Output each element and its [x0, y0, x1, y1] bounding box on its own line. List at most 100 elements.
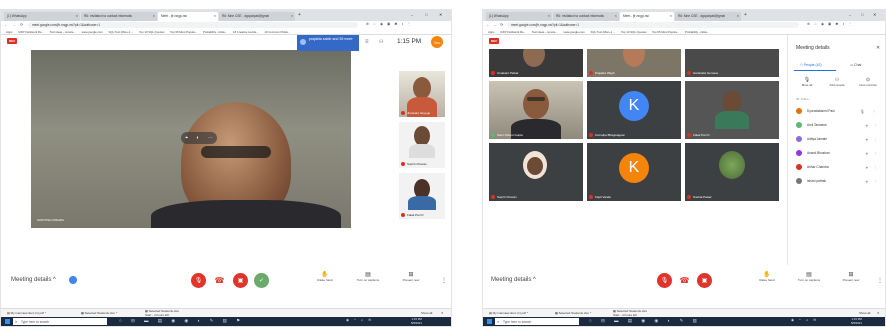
close-icon[interactable]: ✕ [876, 45, 880, 51]
tab-invitation[interactable]: R6: Invitation to contact informatic ✕ [81, 12, 157, 21]
person-actions-icon[interactable]: ⌖ ⋮ [866, 137, 879, 142]
participant-tile[interactable]: Prajakta Wagh [587, 49, 681, 77]
address-bar[interactable]: meet.google.com/jfr-nngp-nsi?pli=1&authu… [507, 22, 799, 28]
bookmark-item[interactable]: 18 Creative Lucide... [233, 30, 259, 34]
extension-icons[interactable]: ⊕ ☆ ◉ ▣ ✱ ◑ ⋮ [366, 22, 412, 26]
activity-button[interactable]: ✓ [254, 273, 269, 288]
close-icon[interactable]: ✕ [441, 311, 444, 315]
person-actions-icon[interactable]: ⌖ ⋮ [866, 165, 879, 170]
tab-mail[interactable]: R6: Mne CSE - dgopalpali@gmai ✕ [219, 12, 295, 21]
reload-icon[interactable]: ⟳ [500, 22, 503, 27]
tab-meet[interactable]: Meet - jfr-nngp-nsi ✕ [158, 12, 218, 21]
taskbar-app-icons[interactable]: ○ ⊟ ▬ ▤ ◉ ◉ ◐ ✎ ▥ ⚑ [119, 318, 244, 324]
present-now-button[interactable]: ⊞ Present now [399, 271, 423, 282]
taskbar-search[interactable]: ⌕ Type here to search [495, 318, 579, 325]
minimize-icon[interactable]: – [411, 12, 413, 17]
person-row[interactable]: Dyurodakanmi Paul 🎙 ⋮ [796, 107, 879, 115]
bookmark-item[interactable]: www.google.com [82, 30, 103, 34]
bookmark-item[interactable]: 10 Common Pickle... [264, 30, 290, 34]
person-actions-icon[interactable]: ⌖ ⋮ [866, 151, 879, 156]
person-row[interactable]: Arihar Chandra ⌖ ⋮ [796, 163, 879, 171]
mute-all-button[interactable]: 🎙 Mute all [792, 77, 822, 87]
close-icon[interactable]: ✕ [669, 14, 672, 18]
participant-tile[interactable]: Sami Oberoi Gupta [489, 81, 583, 139]
close-window-icon[interactable]: ✕ [873, 12, 876, 17]
bookmark-item[interactable]: SQL Tool (Mon+1 ... [109, 30, 134, 34]
close-icon[interactable]: ✕ [152, 14, 155, 18]
download-item[interactable]: ▦ Selected Students.xlsx ^ [555, 311, 591, 315]
bookmark-item[interactable]: IUFP Fieldwork Re... [500, 30, 526, 34]
tab-meet[interactable]: Meet - jfr-nngp-nsi ✕ [620, 12, 674, 21]
raise-hand-button[interactable]: ✋ Raise hand [313, 271, 337, 282]
raise-hand-button[interactable]: ✋ Raise hand [755, 271, 779, 282]
hang-up-button[interactable]: ☎ [212, 273, 227, 288]
participant-tile[interactable]: Falak Pari D [399, 173, 445, 219]
participant-tile[interactable]: K Kapil Vande [587, 143, 681, 201]
tray-icons[interactable]: ◉ ^ ♫ ✉ [346, 318, 373, 322]
bookmark-item[interactable]: SQL Tool (Mon+1 ... [591, 30, 616, 34]
extension-icons[interactable]: ⊕ ☆ ◉ ▣ ✱ ◑ ⋮ [807, 22, 853, 26]
participant-tile[interactable]: Snehal Pawar [685, 143, 779, 201]
bookmark-item[interactable]: Top 10 SQL Queries [621, 30, 646, 34]
close-icon[interactable]: ✕ [213, 14, 216, 18]
back-icon[interactable]: ← [4, 22, 8, 27]
new-tab-icon[interactable]: + [744, 12, 747, 18]
bookmark-item[interactable]: Top 10 SQL Queries [139, 30, 164, 34]
forward-icon[interactable]: → [12, 22, 16, 27]
meeting-details-button[interactable]: Meeting details ^ [11, 277, 56, 283]
mic-off-button[interactable]: 🎙 [657, 273, 672, 288]
close-window-icon[interactable]: ✕ [439, 12, 442, 17]
download-item[interactable]: ▦ Selected Students.xlsx Start - 4 hours … [145, 309, 179, 317]
present-now-button[interactable]: ⊞ Present now [839, 271, 863, 282]
close-icon[interactable]: ✕ [547, 14, 550, 18]
captions-toggle-icon[interactable] [69, 276, 77, 284]
taskbar-search[interactable]: ⌕ Type here to search [13, 318, 107, 325]
add-people-button[interactable]: ⚇ Add people [822, 77, 852, 87]
meeting-details-button[interactable]: Meeting details ^ [491, 277, 536, 283]
download-item[interactable]: ▤ My interview.docx (1).pdf ^ [489, 311, 528, 315]
person-row[interactable]: Ishani pathak ⌖ ⋮ [796, 177, 879, 185]
person-actions-icon[interactable]: 🎙 ⋮ [860, 109, 879, 114]
show-all-button[interactable]: Show all [859, 311, 870, 315]
camera-off-button[interactable]: ▣ [697, 273, 712, 288]
bookmark-item[interactable]: Probability - tickle... [685, 30, 709, 34]
participant-tile[interactable]: Umakant Petkar [489, 49, 583, 77]
tab-chat[interactable]: ▭ Chat [840, 61, 880, 71]
bookmark-item[interactable]: Apps [488, 30, 494, 34]
forward-icon[interactable]: → [493, 22, 497, 27]
windows-start-icon[interactable] [5, 319, 10, 324]
mute-icon[interactable]: ◐ [196, 135, 199, 141]
mic-off-button[interactable]: 🎙 [191, 273, 206, 288]
maximize-icon[interactable]: □ [861, 12, 863, 17]
download-item[interactable]: ▦ Selected Students.xlsx ^ [81, 311, 117, 315]
download-item[interactable]: ▦ Selected Students.xlsx Start - 4 hours … [613, 309, 647, 317]
bookmark-item[interactable]: Top 95 Most Popula... [170, 30, 197, 34]
bookmark-item[interactable]: Probability - tickle... [203, 30, 227, 34]
person-actions-icon[interactable]: ⌖ ⋮ [866, 179, 879, 184]
bookmark-item[interactable]: www.google.com [564, 30, 585, 34]
new-tab-icon[interactable]: + [298, 12, 301, 18]
maximize-icon[interactable]: □ [425, 12, 427, 17]
camera-off-button[interactable]: ▣ [233, 273, 248, 288]
close-icon[interactable]: ✕ [736, 14, 739, 18]
windows-start-icon[interactable] [487, 319, 492, 324]
bookmark-item[interactable]: Tool ideas - remote... [50, 30, 76, 34]
presenting-banner[interactable]: prajakta sable and 39 more [297, 35, 359, 51]
host-controls-button[interactable]: ⊙ Host controls [852, 77, 884, 87]
taskbar-app-icons[interactable]: ○ ⊟ ▬ ▤ ◉ ◉ ◐ ✎ ▥ [589, 318, 701, 324]
close-icon[interactable]: ✕ [877, 311, 880, 315]
back-icon[interactable]: ← [486, 22, 490, 27]
tab-people[interactable]: ⚇ People (42) [794, 61, 836, 71]
participant-tile[interactable]: Supriti Chavan [489, 143, 583, 201]
reload-icon[interactable]: ⟳ [20, 22, 23, 27]
show-all-button[interactable]: Show all [421, 311, 432, 315]
close-icon[interactable]: ✕ [614, 14, 617, 18]
hang-up-button[interactable]: ☎ [677, 273, 692, 288]
participant-tile[interactable]: Supriti Chavan [399, 122, 445, 168]
captions-button[interactable]: ▤ Turn on captions [797, 271, 821, 282]
self-avatar[interactable]: You [431, 36, 443, 48]
more-icon[interactable]: ⋯ [208, 135, 213, 141]
bookmark-item[interactable]: IUFP Fieldwork Re... [18, 30, 44, 34]
captions-button[interactable]: ▤ Turn on captions [356, 271, 380, 282]
address-bar[interactable]: meet.google.com/jfr-nngp-nsi?pli=1&authu… [28, 22, 358, 28]
